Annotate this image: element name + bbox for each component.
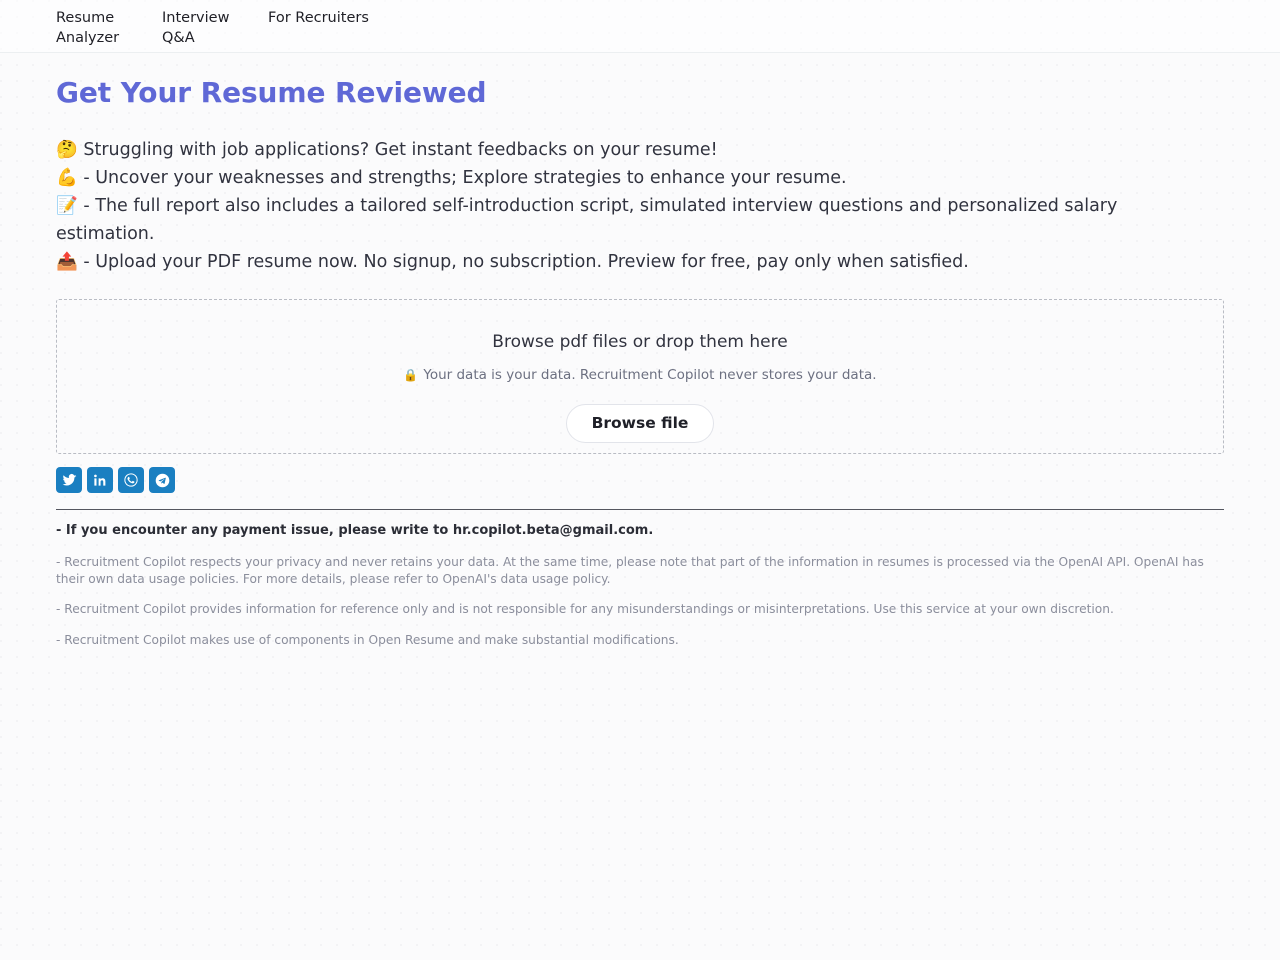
intro-line-text: - Upload your PDF resume now. No signup,…	[83, 252, 969, 273]
twitter-icon	[62, 473, 77, 488]
footer-note: - Recruitment Copilot provides informati…	[56, 602, 1114, 617]
file-dropzone[interactable]: Browse pdf files or drop them here 🔒 You…	[56, 299, 1224, 455]
main-content: Get Your Resume Reviewed 🤔 Struggling wi…	[0, 75, 1280, 648]
footer-payment-notice: - If you encounter any payment issue, pl…	[56, 523, 654, 539]
linkedin-share-button[interactable]	[87, 467, 113, 494]
intro-line-text: - Uncover your weaknesses and strengths;…	[83, 168, 847, 189]
nav-item-interview-qa[interactable]: Interview Q&A	[162, 8, 268, 48]
telegram-icon	[154, 472, 171, 489]
dropzone-title: Browse pdf files or drop them here	[492, 332, 788, 353]
page-title: Get Your Resume Reviewed	[56, 76, 487, 109]
intro-line-text: Struggling with job applications? Get in…	[83, 140, 718, 161]
linkedin-icon	[93, 473, 108, 488]
nav-item-for-recruiters[interactable]: For Recruiters	[268, 8, 380, 28]
intro-line-text: - The full report also includes a tailor…	[56, 196, 1118, 245]
intro-line: 💪 - Uncover your weaknesses and strength…	[56, 164, 1166, 192]
footer-note: - Recruitment Copilot makes use of compo…	[56, 632, 679, 647]
dropzone-privacy-note: 🔒 Your data is your data. Recruitment Co…	[403, 367, 876, 383]
footer-divider	[56, 509, 1224, 511]
browse-file-button[interactable]: Browse file	[565, 404, 715, 444]
telegram-share-button[interactable]	[149, 467, 175, 494]
nav-item-resume-analyzer[interactable]: Resume Analyzer	[56, 8, 162, 48]
intro-text-block: 🤔 Struggling with job applications? Get …	[56, 136, 1166, 276]
outbox-tray-icon: 📤	[56, 252, 78, 273]
whatsapp-share-button[interactable]	[118, 467, 144, 494]
intro-line: 🤔 Struggling with job applications? Get …	[56, 136, 1166, 164]
social-share-bar	[56, 467, 1224, 494]
intro-line: 📝 - The full report also includes a tail…	[56, 192, 1166, 248]
dropzone-privacy-text: Your data is your data. Recruitment Copi…	[423, 367, 877, 384]
thinking-face-icon: 🤔	[56, 140, 78, 161]
whatsapp-icon	[123, 472, 139, 488]
footer: - If you encounter any payment issue, pl…	[56, 509, 1224, 648]
flexed-biceps-icon: 💪	[56, 168, 78, 189]
memo-icon: 📝	[56, 196, 78, 217]
top-navigation: Resume Analyzer Interview Q&A For Recrui…	[0, 0, 1280, 53]
lock-icon: 🔒	[403, 368, 419, 383]
twitter-share-button[interactable]	[56, 467, 82, 494]
footer-note: - Recruitment Copilot respects your priv…	[56, 555, 1204, 586]
intro-line: 📤 - Upload your PDF resume now. No signu…	[56, 248, 1166, 276]
